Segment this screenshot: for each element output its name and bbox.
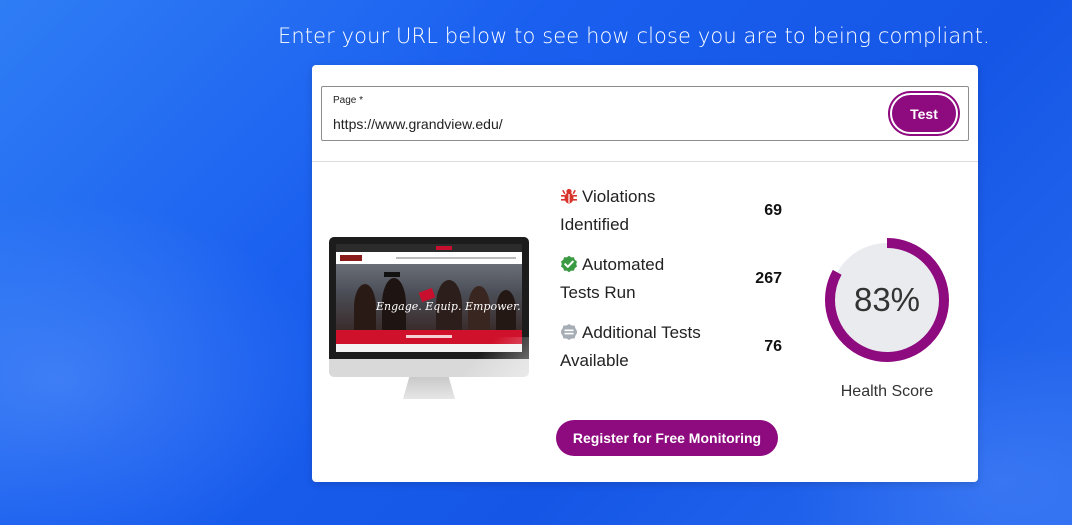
stat-label-line1: Additional Tests (582, 323, 701, 342)
stat-label-line2: Available (560, 351, 629, 370)
health-score-caption: Health Score (840, 383, 934, 400)
page-field-label: Page * (333, 95, 364, 106)
site-preview-monitor: Engage. Equip. Empower. (329, 237, 529, 399)
test-button[interactable]: Test (890, 93, 958, 134)
stat-additional-tests: Additional Tests Available 76 (560, 319, 790, 379)
url-input[interactable] (333, 114, 873, 134)
check-circle-icon (560, 254, 578, 273)
preview-hero-text: Engage. Equip. Empower. (376, 300, 521, 313)
health-score-gauge: 83% (822, 235, 952, 365)
stat-violations: Violations Identified 69 (560, 183, 790, 243)
site-preview-screenshot: Engage. Equip. Empower. (336, 244, 522, 352)
preview-topbar (336, 244, 522, 252)
stat-value: 69 (764, 202, 782, 219)
stat-label-line1: Violations (582, 187, 656, 206)
stat-label-line2: Identified (560, 215, 629, 234)
stat-automated-tests: Automated Tests Run 267 (560, 251, 790, 311)
stat-value: 267 (755, 270, 782, 287)
url-field-box[interactable]: Page * Test (321, 86, 969, 141)
divider (312, 161, 978, 162)
preview-logo (340, 255, 362, 261)
health-score-value: 83% (853, 281, 921, 318)
page-headline: Enter your URL below to see how close yo… (278, 24, 990, 48)
register-monitoring-button[interactable]: Register for Free Monitoring (556, 420, 778, 456)
monitor-stand (403, 377, 455, 399)
stat-label-line2: Tests Run (560, 283, 636, 302)
stat-label-line1: Automated (582, 255, 665, 274)
preview-hero-image: Engage. Equip. Empower. (336, 264, 522, 330)
clipboard-icon (560, 322, 578, 340)
preview-nav (336, 252, 522, 264)
stat-value: 76 (764, 338, 782, 355)
bug-icon (560, 186, 578, 204)
compliance-card: Page * Test Engage. Equip. Empower. (312, 65, 978, 482)
